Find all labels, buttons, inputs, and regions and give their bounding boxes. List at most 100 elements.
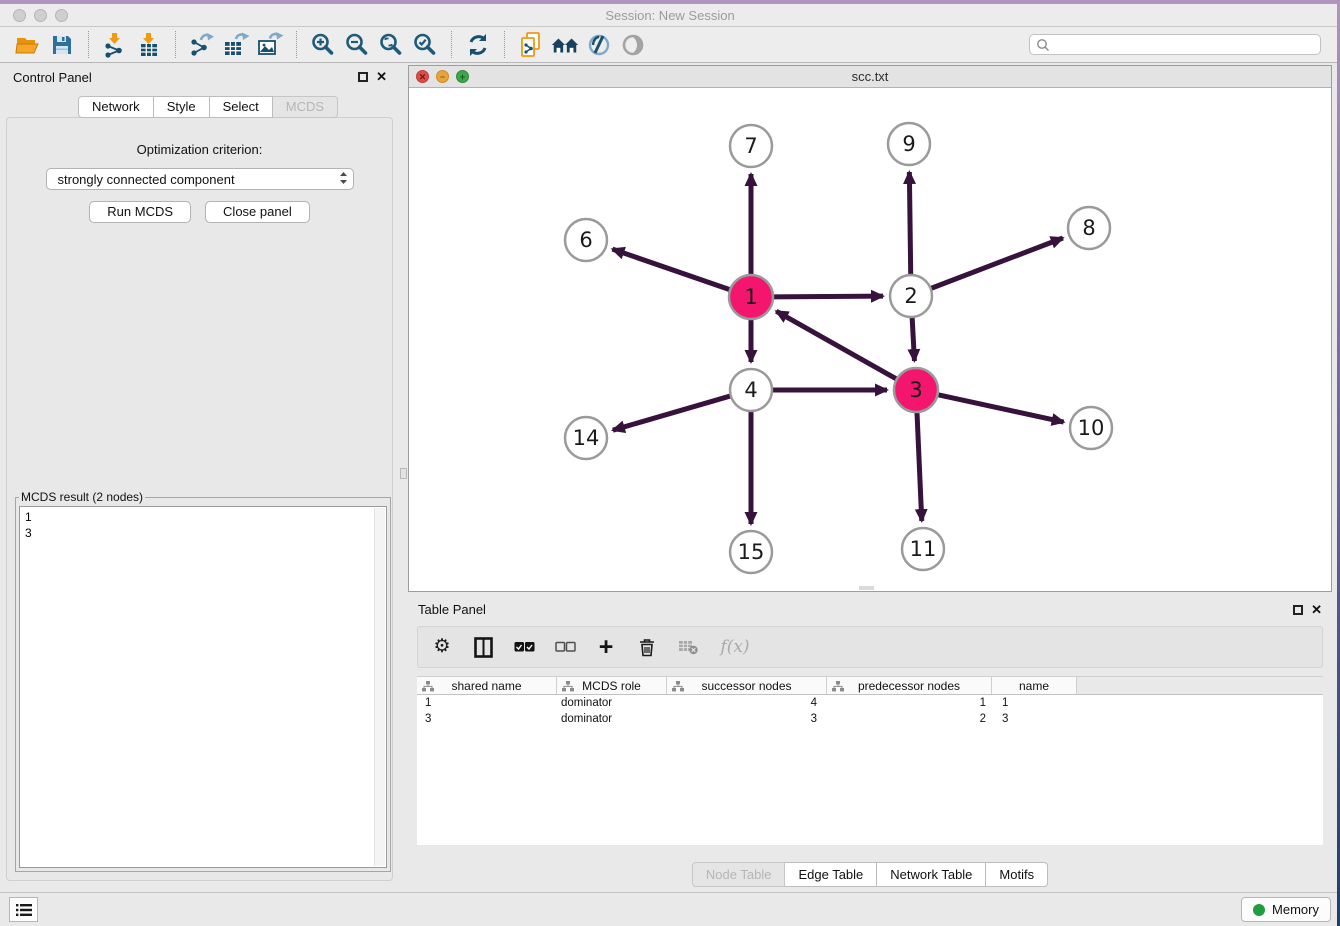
close-window-button[interactable] <box>13 9 26 22</box>
control-panel-close-button[interactable]: ✕ <box>376 72 387 82</box>
close-panel-button[interactable]: Close panel <box>205 201 310 223</box>
zoom-fit-button[interactable] <box>376 31 406 59</box>
cell-mcds-role[interactable]: dominator <box>557 695 667 711</box>
cell-name[interactable]: 3 <box>992 711 1077 727</box>
table-settings-button[interactable]: ⚙ <box>431 636 453 658</box>
graph-node-8[interactable]: 8 <box>1068 207 1110 249</box>
graph-node-4[interactable]: 4 <box>730 369 772 411</box>
canvas-scroll-grip[interactable] <box>859 586 874 590</box>
zoom-window-button[interactable] <box>55 9 68 22</box>
tab-node-table[interactable]: Node Table <box>692 862 786 887</box>
function-builder-button[interactable]: f(x) <box>718 636 752 658</box>
graph-edge-3-10[interactable] <box>937 394 1064 422</box>
select-all-columns-button[interactable] <box>513 636 535 658</box>
run-mcds-button[interactable]: Run MCDS <box>89 201 191 223</box>
zoom-in-button[interactable] <box>308 31 338 59</box>
graph-edge-1-6[interactable] <box>612 249 731 290</box>
cell-successor-nodes[interactable]: 4 <box>667 695 827 711</box>
import-table-button[interactable] <box>134 31 164 59</box>
save-session-button[interactable] <box>47 31 77 59</box>
zoom-out-button[interactable] <box>342 31 372 59</box>
column-header-name[interactable]: name <box>992 677 1077 694</box>
panel-splitter[interactable] <box>400 63 408 892</box>
slashed-circle-button[interactable] <box>584 31 614 59</box>
tab-motifs[interactable]: Motifs <box>986 862 1048 887</box>
splitter-grip[interactable] <box>400 468 407 479</box>
zoom-selected-button[interactable] <box>410 31 440 59</box>
column-header-shared-name[interactable]: shared name <box>417 677 557 694</box>
create-column-button[interactable]: + <box>595 636 617 658</box>
column-header-mcds-role[interactable]: MCDS role <box>557 677 667 694</box>
graph-edge-2-9[interactable] <box>909 172 910 276</box>
show-columns-button[interactable] <box>472 636 494 658</box>
graph-edge-4-14[interactable] <box>613 396 732 431</box>
search-box[interactable] <box>1029 34 1321 55</box>
result-scrollbar[interactable] <box>374 508 385 866</box>
homes-button[interactable] <box>550 31 580 59</box>
tab-style[interactable]: Style <box>154 96 210 118</box>
tab-network-table[interactable]: Network Table <box>877 862 986 887</box>
graph-edge-2-8[interactable] <box>930 238 1063 289</box>
cell-predecessor-nodes[interactable]: 1 <box>827 695 992 711</box>
graph-node-7[interactable]: 7 <box>730 125 772 167</box>
search-input[interactable] <box>1055 38 1314 52</box>
tab-mcds[interactable]: MCDS <box>273 96 338 118</box>
mcds-result-list[interactable]: 1 3 <box>19 506 387 868</box>
export-image-button[interactable] <box>255 31 285 59</box>
open-session-button[interactable] <box>13 31 43 59</box>
export-network-button[interactable] <box>187 31 217 59</box>
cell-shared-name[interactable]: 3 <box>417 711 557 727</box>
import-network-button[interactable] <box>100 31 130 59</box>
graph-node-1[interactable]: 1 <box>729 275 773 319</box>
tab-select[interactable]: Select <box>210 96 273 118</box>
zoom-out-icon <box>344 32 370 58</box>
column-header-successor-nodes[interactable]: successor nodes <box>667 677 827 694</box>
refresh-button[interactable] <box>463 31 493 59</box>
graph-node-2[interactable]: 2 <box>890 275 932 317</box>
cell-successor-nodes[interactable]: 3 <box>667 711 827 727</box>
graph-node-3[interactable]: 3 <box>894 368 938 412</box>
criterion-select[interactable]: strongly connected component <box>46 168 354 190</box>
graph-node-11[interactable]: 11 <box>902 528 944 570</box>
column-header-predecessor-nodes[interactable]: predecessor nodes <box>827 677 992 694</box>
memory-button[interactable]: Memory <box>1241 897 1331 922</box>
delete-column-button[interactable] <box>636 636 658 658</box>
cell-mcds-role[interactable]: dominator <box>557 711 667 727</box>
cell-name[interactable]: 1 <box>992 695 1077 711</box>
cell-shared-name[interactable]: 1 <box>417 695 557 711</box>
tab-edge-table[interactable]: Edge Table <box>785 862 877 887</box>
graph-node-14[interactable]: 14 <box>565 417 607 459</box>
table-panel-close-button[interactable]: ✕ <box>1311 605 1322 615</box>
control-panel-float-button[interactable] <box>358 72 368 82</box>
graph-node-10[interactable]: 10 <box>1070 407 1112 449</box>
table-panel-float-button[interactable] <box>1293 605 1303 615</box>
toolbar-separator <box>296 31 297 58</box>
graph-edge-3-11[interactable] <box>917 411 922 521</box>
delete-table-button[interactable] <box>677 636 699 658</box>
graph-edge-2-3[interactable] <box>912 316 914 361</box>
graph-node-9[interactable]: 9 <box>888 123 930 165</box>
main-toolbar <box>0 27 1340 63</box>
cell-predecessor-nodes[interactable]: 2 <box>827 711 992 727</box>
network-close-button[interactable]: ✕ <box>416 70 429 83</box>
minimize-window-button[interactable] <box>34 9 47 22</box>
delete-table-icon <box>678 639 699 655</box>
task-history-button[interactable] <box>9 897 38 922</box>
graph-edge-3-1[interactable] <box>776 311 897 379</box>
tab-network[interactable]: Network <box>78 96 154 118</box>
network-minimize-button[interactable]: − <box>436 70 449 83</box>
graph-edge-1-2[interactable] <box>772 296 883 297</box>
unselect-all-columns-button[interactable] <box>554 636 576 658</box>
clone-network-button[interactable] <box>516 31 546 59</box>
table-row[interactable]: 3 dominator 3 2 3 <box>417 711 1323 727</box>
network-graph[interactable]: 7 9 6 8 1 2 4 3 14 10 15 11 <box>409 88 1331 591</box>
graph-node-15[interactable]: 15 <box>730 531 772 573</box>
network-window-titlebar[interactable]: ✕ − + scc.txt <box>409 66 1331 88</box>
network-canvas[interactable]: 7 9 6 8 1 2 4 3 14 10 15 11 <box>409 88 1331 591</box>
graph-node-6[interactable]: 6 <box>565 219 607 261</box>
result-line: 3 <box>25 525 381 541</box>
crescent-moon-button[interactable] <box>618 31 648 59</box>
table-row[interactable]: 1 dominator 4 1 1 <box>417 695 1323 711</box>
export-table-button[interactable] <box>221 31 251 59</box>
network-zoom-button[interactable]: + <box>456 70 469 83</box>
